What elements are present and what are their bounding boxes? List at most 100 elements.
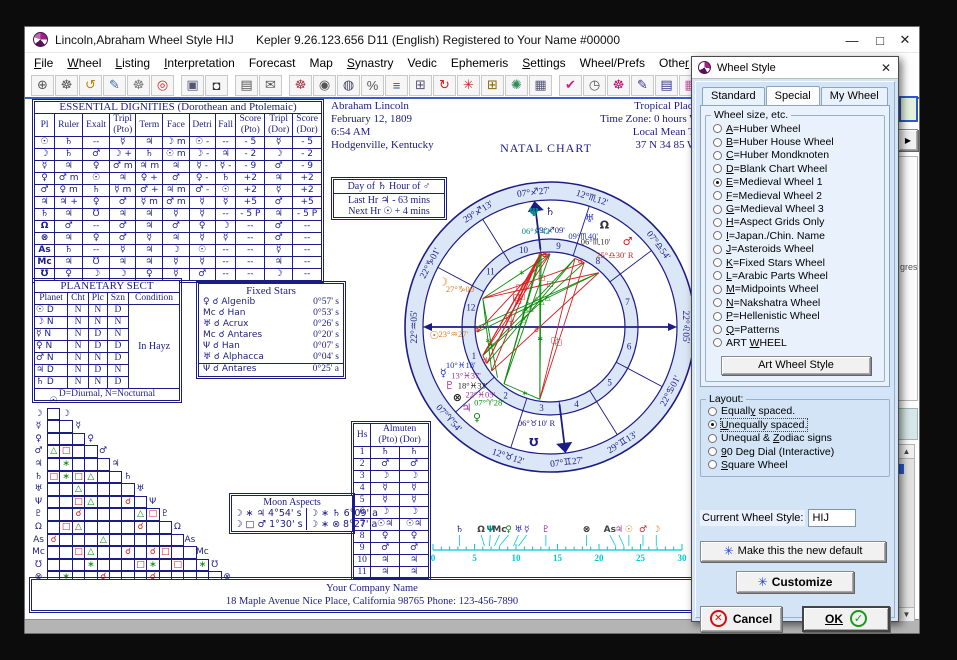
scroll-up-button[interactable]: ▲ <box>898 444 915 459</box>
table-doc-icon[interactable]: ▤ <box>655 75 678 96</box>
house-number: 3 <box>539 403 544 413</box>
calendar-icon[interactable]: ▦ <box>529 75 552 96</box>
menu-item-map[interactable]: Map <box>310 56 333 70</box>
wheel-option-art-wheel[interactable]: ART WHEEL <box>711 336 881 349</box>
wheel-option-j-asteroids-wheel[interactable]: J=Asteroids Wheel <box>711 243 881 256</box>
wheel-option-k-fixed-stars-wheel[interactable]: K=Fixed Stars Wheel <box>711 256 881 269</box>
maximize-button[interactable]: □ <box>866 27 894 53</box>
menu-item-wheel-prefs[interactable]: Wheel/Prefs <box>580 56 645 70</box>
minimize-button[interactable]: — <box>838 27 866 53</box>
menu-item-vedic[interactable]: Vedic <box>408 56 437 70</box>
grid-wheel-icon[interactable]: ⊞ <box>481 75 504 96</box>
menu-item-wheel[interactable]: Wheel <box>67 56 101 70</box>
aspect-cell <box>121 534 134 547</box>
planet-degrees: 13°♓37' <box>451 371 481 381</box>
layout-option-square-wheel[interactable]: Square Wheel <box>706 458 886 471</box>
copy-icon[interactable]: ⊞ <box>409 75 432 96</box>
print-icon[interactable]: ▤ <box>235 75 258 96</box>
wheel-red-icon[interactable]: ☸ <box>289 75 312 96</box>
current-style-input[interactable] <box>808 509 856 527</box>
clock-icon[interactable]: ◷ <box>583 75 606 96</box>
edit-doc-icon[interactable]: ✎ <box>631 75 654 96</box>
wheel-option-f-medieval-wheel-2[interactable]: F=Medieval Wheel 2 <box>711 189 881 202</box>
close-button[interactable]: ✕ <box>891 27 919 53</box>
layout-option-unequally-spaced[interactable]: Unequally spaced. <box>706 418 886 431</box>
save-icon[interactable]: ◘ <box>205 75 228 96</box>
table-row: 10♃♃ <box>354 555 429 567</box>
aspect-cell <box>97 559 110 572</box>
om-icon[interactable]: ✺ <box>505 75 528 96</box>
grid-label: As <box>183 534 196 546</box>
wheel-option-n-nakshatra-wheel[interactable]: N=Nakshatra Wheel <box>711 296 881 309</box>
aspect-cell <box>47 420 60 433</box>
chart-doc-icon[interactable]: ▣ <box>181 75 204 96</box>
dialog-close-icon[interactable]: ✕ <box>874 61 898 75</box>
menu-item-other[interactable]: Other <box>659 56 689 70</box>
wheel-option-i-japan-chin-name[interactable]: I=Japan./Chin. Name <box>711 229 881 242</box>
art-wheel-style-button[interactable]: Art Wheel Style <box>721 356 871 375</box>
wheel-option-l-arabic-parts-wheel[interactable]: L=Arabic Parts Wheel <box>711 269 881 282</box>
wheel-alt-icon[interactable]: ☸ <box>127 75 150 96</box>
biwheel-icon[interactable]: ◍ <box>337 75 360 96</box>
report-icon[interactable]: ≡ <box>385 75 408 96</box>
email-icon[interactable]: ✉ <box>259 75 282 96</box>
wheel-option-m-midpoints-wheel[interactable]: M=Midpoints Wheel <box>711 283 881 296</box>
tab-my-wheel[interactable]: My Wheel <box>821 87 888 106</box>
make-default-button[interactable]: ✳ Make this the new default <box>700 541 886 562</box>
svg-text:□: □ <box>555 337 562 346</box>
target-wheel-icon[interactable]: ◎ <box>151 75 174 96</box>
cancel-button[interactable]: ✕ Cancel <box>700 606 782 632</box>
expand-arrow-button[interactable]: ▶ <box>898 129 918 151</box>
background-teal-box <box>898 408 918 440</box>
ok-button[interactable]: OK ✓ <box>802 606 890 632</box>
wheel-option-g-medieval-wheel-3[interactable]: G=Medieval Wheel 3 <box>711 202 881 215</box>
menu-item-listing[interactable]: Listing <box>115 56 150 70</box>
wheel-option-c-huber-mondknoten[interactable]: C=Huber Mondknoten <box>711 149 881 162</box>
ok-check-icon: ✓ <box>850 610 867 627</box>
wheel-option-h-aspect-grids-only[interactable]: H=Aspect Grids Only <box>711 216 881 229</box>
scroll-down-button[interactable]: ▼ <box>898 607 915 622</box>
special-tab-panel: Wheel size, etc. A=Huber WheelB=Huber Ho… <box>700 105 890 387</box>
wheel-option-d-blank-chart-wheel[interactable]: D=Blank Chart Wheel <box>711 162 881 175</box>
planet-glyph: ♅ <box>585 212 595 225</box>
menu-item-interpretation[interactable]: Interpretation <box>164 56 235 70</box>
wheel-option-b-huber-house-wheel[interactable]: B=Huber House Wheel <box>711 135 881 148</box>
aspect-cell: □ <box>59 521 72 534</box>
wheel-clock-icon[interactable]: ☸ <box>607 75 630 96</box>
aspect-lines-icon[interactable]: ✳ <box>457 75 480 96</box>
wheel-option-a-huber-wheel[interactable]: A=Huber Wheel <box>711 122 881 135</box>
essential-dignities-table: ESSENTIAL DIGNITIES (Dorothean and Ptole… <box>34 101 322 281</box>
house-number: 9 <box>556 241 561 251</box>
wheel-option-e-medieval-wheel-1[interactable]: E=Medieval Wheel 1 <box>711 176 881 189</box>
aspect-cell <box>109 471 122 484</box>
menu-item-settings[interactable]: Settings <box>522 56 565 70</box>
wheel-new-icon[interactable]: ⊕ <box>31 75 54 96</box>
menu-item-forecast[interactable]: Forecast <box>249 56 296 70</box>
wheel-target-icon[interactable]: ◉ <box>313 75 336 96</box>
scrollbar-marker[interactable] <box>899 464 904 474</box>
wheel-icon[interactable]: ☸ <box>55 75 78 96</box>
svg-text:20: 20 <box>595 553 605 563</box>
wheel-back-icon[interactable]: ↺ <box>79 75 102 96</box>
grid-label: Ψ <box>146 496 159 508</box>
table-row: ☿♃♀♂ m♃ m♃☿ -☿ -- 9♂- 9 <box>35 161 322 173</box>
layout-option-90-deg-dial-interactive[interactable]: 90 Deg Dial (Interactive) <box>706 445 886 458</box>
menu-item-synastry[interactable]: Synastry <box>347 56 394 70</box>
menu-item-file[interactable]: File <box>34 56 53 70</box>
check-icon[interactable]: ✔ <box>559 75 582 96</box>
refresh-icon[interactable]: ↻ <box>433 75 456 96</box>
percent-icon[interactable]: % <box>361 75 384 96</box>
grid-label: ♀ <box>84 433 97 445</box>
tab-special[interactable]: Special <box>766 86 820 105</box>
wheel-edit-icon[interactable]: ✎ <box>103 75 126 96</box>
customize-button[interactable]: ✳ Customize <box>736 571 854 593</box>
menu-item-ephemeris[interactable]: Ephemeris <box>451 56 508 70</box>
tab-standard[interactable]: Standard <box>702 87 765 106</box>
dignities-header: Term <box>136 114 163 137</box>
layout-option-equally-spaced[interactable]: Equally spaced. <box>706 405 886 418</box>
wheel-option-p-hellenistic-wheel[interactable]: P=Hellenistic Wheel <box>711 309 881 322</box>
table-row: 9♂♂ <box>354 543 429 555</box>
layout-option-unequal-zodiac-signs[interactable]: Unequal & Zodiac signs <box>706 431 886 444</box>
house-number: 10 <box>519 245 529 255</box>
wheel-option-q-patterns[interactable]: Q=Patterns <box>711 323 881 336</box>
